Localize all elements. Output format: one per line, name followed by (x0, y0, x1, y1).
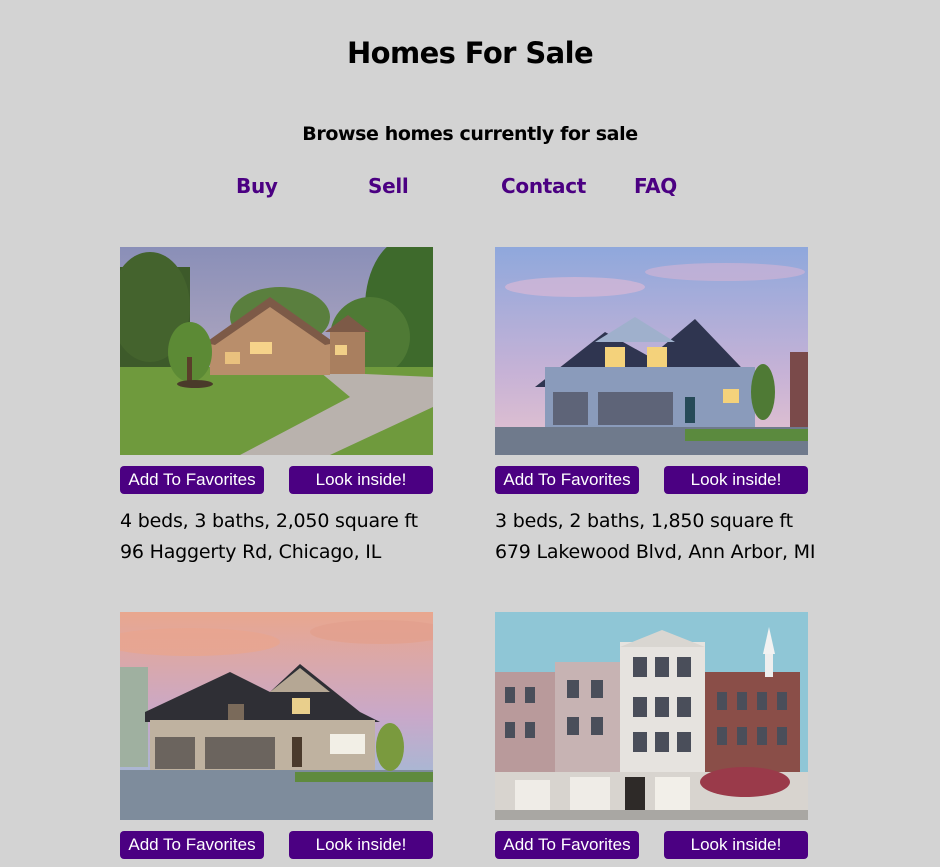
add-to-favorites-button[interactable]: Add To Favorites (120, 466, 264, 494)
listing-details: 4 beds, 3 baths, 2,050 square ft (120, 510, 418, 532)
add-to-favorites-button[interactable]: Add To Favorites (495, 831, 639, 859)
look-inside-button[interactable]: Look inside! (289, 831, 433, 859)
craftsman-house-photo[interactable] (120, 612, 433, 820)
listing-card: Add To Favorites Look inside! 4 beds, 3 … (120, 247, 433, 563)
page-title: Homes For Sale (346, 36, 594, 70)
blue-house-photo[interactable] (495, 247, 808, 455)
listing-address: 679 Lakewood Blvd, Ann Arbor, MI (495, 541, 816, 563)
nav-link-faq[interactable]: FAQ (634, 174, 677, 198)
page: Homes For Sale Browse homes currently fo… (0, 0, 940, 867)
nav-link-buy[interactable]: Buy (236, 174, 278, 198)
add-to-favorites-button[interactable]: Add To Favorites (495, 466, 639, 494)
nav-link-sell[interactable]: Sell (368, 174, 409, 198)
listing-info: 4 beds, 3 baths, 2,050 square ft 96 Hagg… (120, 506, 418, 568)
listing-address: 96 Haggerty Rd, Chicago, IL (120, 541, 382, 563)
page-subtitle: Browse homes currently for sale (302, 123, 638, 145)
look-inside-button[interactable]: Look inside! (664, 831, 808, 859)
listing-info: 3 beds, 2 baths, 1,850 square ft 679 Lak… (495, 506, 815, 568)
brick-house-photo[interactable] (120, 247, 433, 455)
listing-card: Add To Favorites Look inside! 3 beds, 2 … (495, 247, 815, 563)
add-to-favorites-button[interactable]: Add To Favorites (120, 831, 264, 859)
look-inside-button[interactable]: Look inside! (289, 466, 433, 494)
townhouse-row-photo[interactable] (495, 612, 808, 820)
listing-card: Add To Favorites Look inside! (120, 612, 433, 859)
listing-details: 3 beds, 2 baths, 1,850 square ft (495, 510, 793, 532)
nav-link-contact[interactable]: Contact (501, 174, 586, 198)
look-inside-button[interactable]: Look inside! (664, 466, 808, 494)
listing-card: Add To Favorites Look inside! (495, 612, 808, 859)
